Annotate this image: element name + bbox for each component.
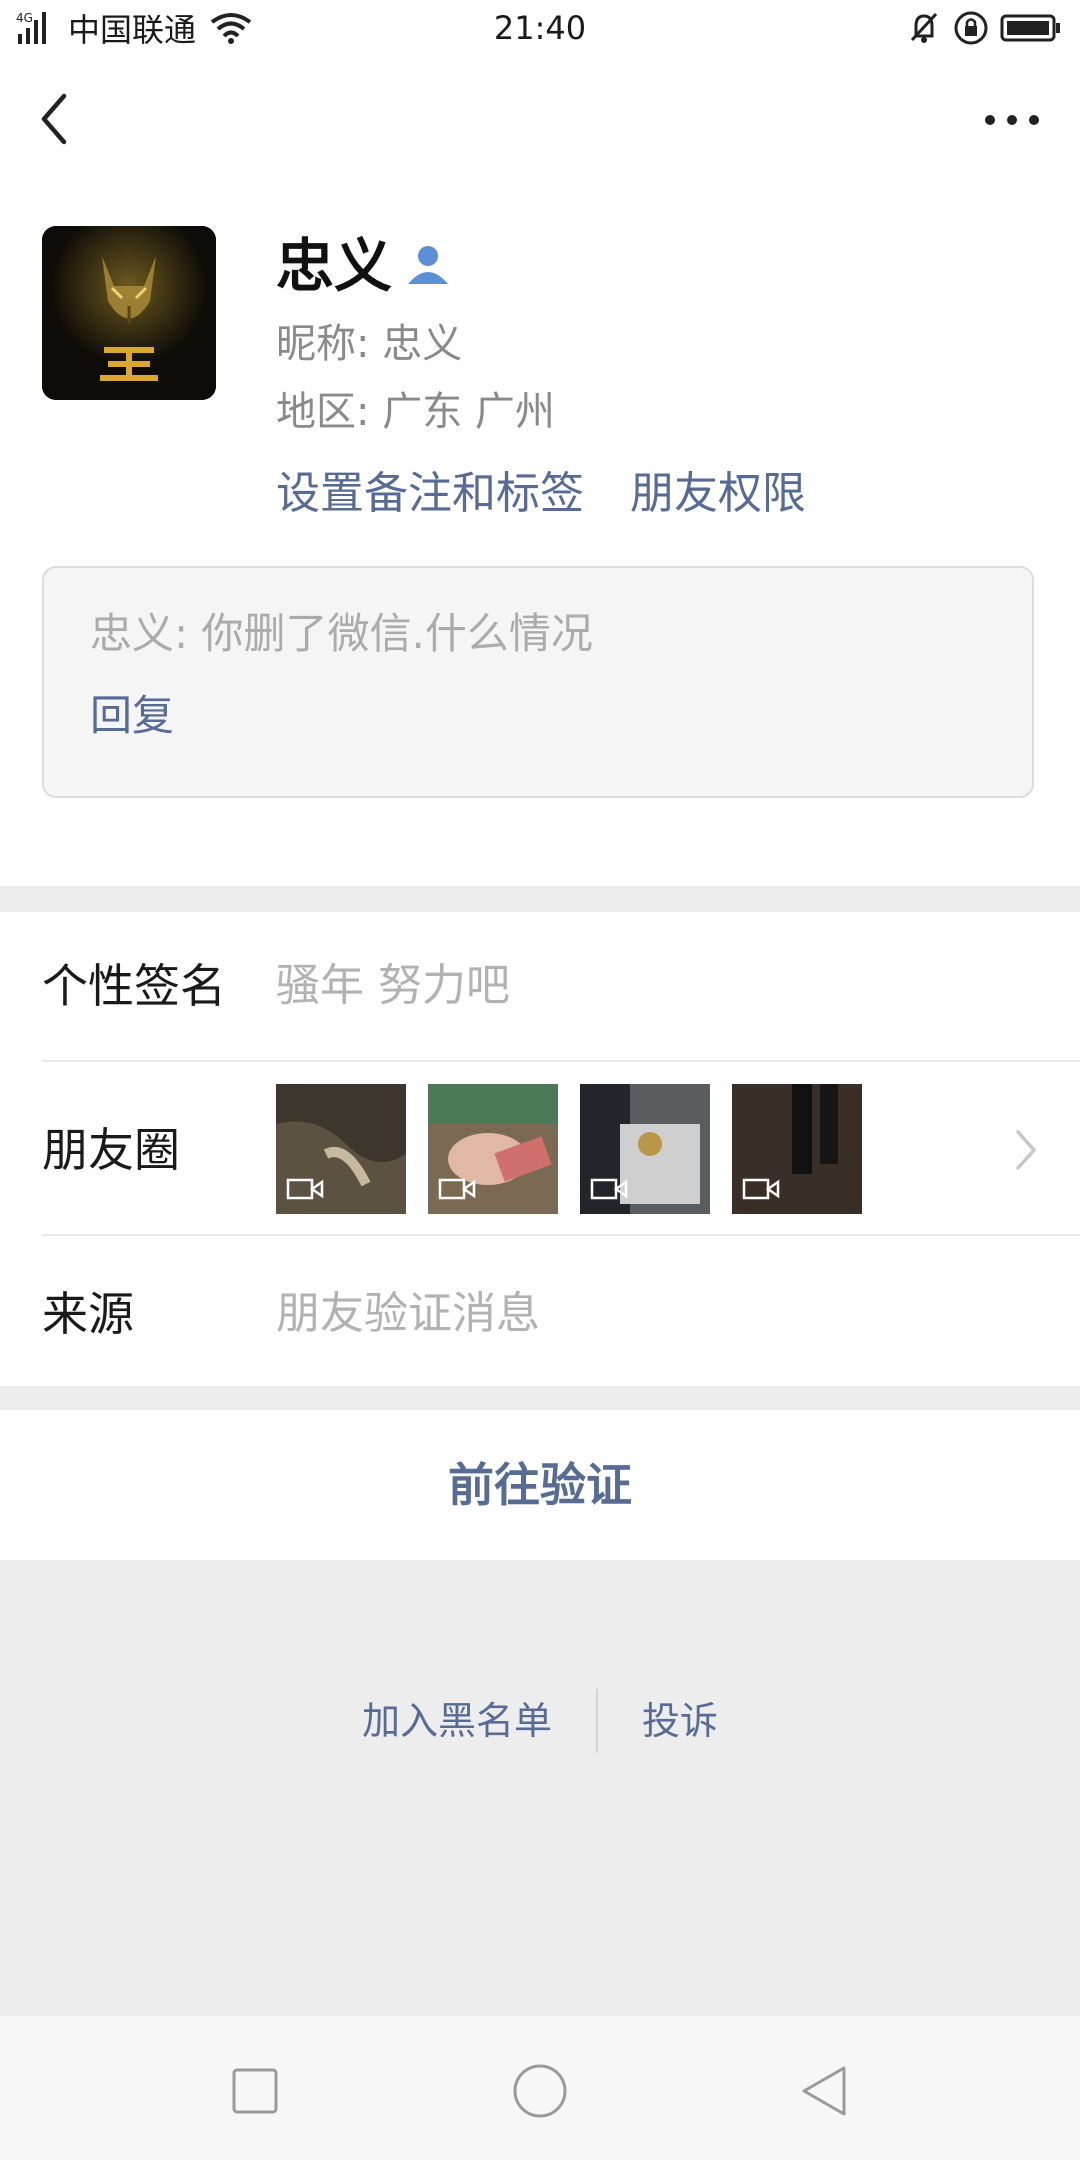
mute-bell-icon (910, 12, 938, 43)
moments-label: 朋友圈 (42, 1123, 180, 1177)
moments-thumb-2[interactable] (428, 1084, 558, 1214)
moments-thumb-4[interactable] (732, 1084, 862, 1214)
moments-thumb-3[interactable] (580, 1084, 710, 1214)
rotation-lock-icon (954, 11, 988, 45)
home-circle-icon[interactable] (505, 2056, 575, 2126)
set-remark-link[interactable]: 设置备注和标签 (276, 462, 584, 526)
profile-links: 设置备注和标签 朋友权限 (276, 462, 806, 526)
bottom-links: 加入黑名单 投诉 (0, 1686, 1080, 1756)
region-line: 地区: 广东 广州 (276, 389, 555, 435)
verify-section: 前往验证 (0, 1410, 1080, 1560)
divider (42, 1234, 1080, 1236)
back-triangle-icon[interactable] (790, 2056, 860, 2126)
message-text: 忠义: 你删了微信.什么情况 (90, 609, 593, 658)
avatar[interactable] (42, 226, 216, 400)
message-box: 忠义: 你删了微信.什么情况 回复 (42, 566, 1034, 798)
report-link[interactable]: 投诉 (598, 1691, 762, 1751)
go-verify-button[interactable]: 前往验证 (0, 1450, 1080, 1520)
status-right (906, 8, 1062, 48)
divider (42, 1060, 1080, 1062)
wolf-avatar-image (42, 226, 216, 400)
recents-square-icon[interactable] (220, 2056, 290, 2126)
profile-name: 忠义 (276, 232, 393, 300)
signature-value: 骚年 努力吧 (276, 960, 510, 1011)
system-nav-bar (0, 2016, 1080, 2160)
blacklist-link[interactable]: 加入黑名单 (318, 1691, 596, 1751)
nickname-line: 昵称: 忠义 (276, 321, 463, 367)
signature-label: 个性签名 (42, 959, 226, 1013)
friend-permission-link[interactable]: 朋友权限 (630, 462, 806, 526)
more-dots-icon[interactable] (982, 110, 1042, 130)
source-value: 朋友验证消息 (276, 1288, 540, 1339)
back-chevron-icon[interactable] (30, 88, 80, 150)
chevron-right-icon[interactable] (1014, 1128, 1040, 1172)
person-verified-icon (408, 246, 448, 284)
reply-link[interactable]: 回复 (90, 686, 174, 746)
moments-thumb-1[interactable] (276, 1084, 406, 1214)
source-label: 来源 (42, 1287, 134, 1341)
battery-icon (1000, 14, 1060, 42)
status-bar: 4G 中国联通 21:40 (0, 0, 1080, 56)
